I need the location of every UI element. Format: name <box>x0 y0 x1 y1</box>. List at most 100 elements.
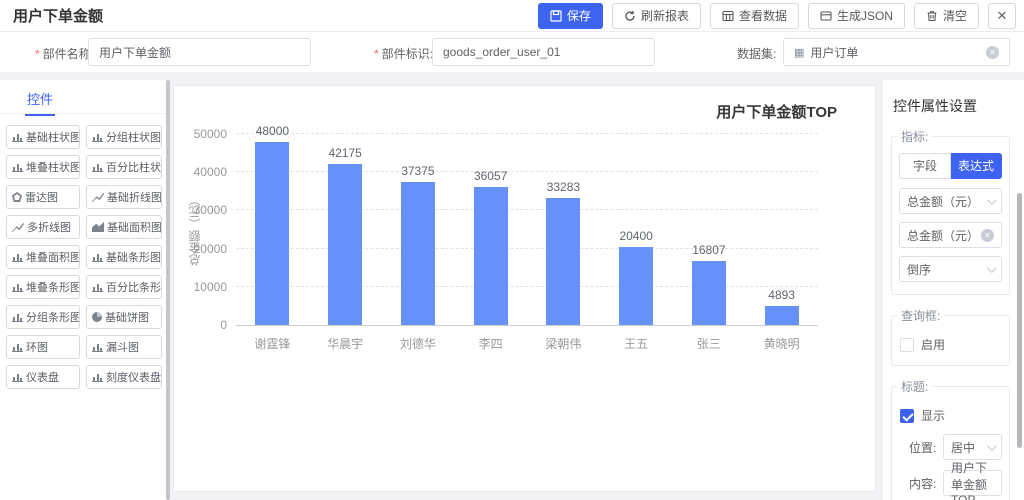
generate-json-button[interactable]: 生成JSON <box>807 2 905 29</box>
view-data-button[interactable]: 查看数据 <box>709 2 799 29</box>
sidebar-item-4[interactable]: 雷达图 <box>6 185 80 209</box>
clear-metric-icon[interactable]: ✕ <box>981 228 994 242</box>
title-section: 标题: 显示 位置: 居中 内容: 用户下单金额TOP <box>891 378 1010 500</box>
x-axis-label: 黄晓明 <box>763 337 800 351</box>
sidebar-item-0[interactable]: 基础柱状图 <box>6 125 80 149</box>
sidebar-item-15[interactable]: 漏斗图 <box>86 335 162 359</box>
bar-chart-icon <box>92 372 103 382</box>
widget-sidebar: 控件 基础柱状图 分组柱状图 堆叠柱状图 百分比柱状 雷达图 基础折线图多折线图 基础面积图… <box>0 80 170 500</box>
metric-select[interactable]: 总金额（元） <box>899 188 1002 214</box>
bar[interactable] <box>328 163 363 325</box>
sort-select[interactable]: 倒序 <box>899 256 1002 282</box>
bar-value-label: 33283 <box>546 179 581 194</box>
sidebar-item-label: 刻度仪表盘 <box>106 372 161 384</box>
bar-slot: 20400 王五 <box>600 134 673 351</box>
bar-value-label: 16807 <box>692 242 726 257</box>
query-enable-row: 启用 <box>900 336 1002 353</box>
top-bar: 用户下单金额 保存 刷新报表 查看数据 生成JSON 清空 ✕ <box>0 0 1024 32</box>
indicator-mode-tabs: 字段 表达式 <box>899 153 1002 179</box>
sidebar-tabs: 控件 <box>0 80 170 116</box>
bar-chart-icon <box>12 252 23 262</box>
indicator-label: 指标: <box>901 130 929 144</box>
sidebar-item-label: 仪表盘 <box>26 372 59 384</box>
query-enable-checkbox[interactable] <box>900 337 914 352</box>
title-position-row: 位置: 居中 <box>909 434 1002 460</box>
bar-chart-icon <box>92 162 103 172</box>
y-axis-tick: 20000 <box>193 241 227 256</box>
sidebar-item-label: 环图 <box>26 342 48 354</box>
tab-field[interactable]: 字段 <box>899 153 951 179</box>
bar[interactable] <box>546 197 581 325</box>
bar[interactable] <box>400 182 435 325</box>
widget-id-label: 部件标识: <box>374 45 433 62</box>
dataset-select[interactable]: ▦ 用户订单 ✕ <box>783 38 1010 66</box>
bar-chart-icon <box>12 282 23 292</box>
sidebar-item-10[interactable]: 堆叠条形图 <box>6 275 80 299</box>
clear-button[interactable]: 清空 <box>913 2 979 29</box>
bar-value-label: 4893 <box>768 288 795 303</box>
sidebar-item-2[interactable]: 堆叠柱状图 <box>6 155 80 179</box>
content-input[interactable]: 用户下单金额TOP <box>943 461 1002 500</box>
pie-chart-icon <box>92 312 102 322</box>
sidebar-item-11[interactable]: 百分比条形 <box>86 275 162 299</box>
sidebar-item-3[interactable]: 百分比柱状 <box>86 155 162 179</box>
refresh-report-button[interactable]: 刷新报表 <box>611 2 701 29</box>
y-axis-tick: 30000 <box>193 203 227 218</box>
bar-chart-icon <box>12 312 23 322</box>
plot-area: 0 10000 20000 30000 40000 50000 48000 谢霆锋 42175 华… <box>194 124 818 351</box>
metric-expression-input[interactable]: 总金额（元） ✕ <box>899 222 1002 248</box>
bar-value-label: 48000 <box>255 123 290 138</box>
save-button[interactable]: 保存 <box>537 2 603 29</box>
sidebar-item-label: 基础条形图 <box>106 252 161 264</box>
bar-chart-icon <box>12 132 23 142</box>
close-button[interactable]: ✕ <box>988 2 1016 29</box>
title-label: 标题: <box>901 380 929 394</box>
bar[interactable] <box>473 187 508 325</box>
bar-slot: 36057 李四 <box>454 134 527 351</box>
sidebar-scrollbar[interactable] <box>166 80 170 500</box>
sidebar-item-8[interactable]: 堆叠面积图 <box>6 245 80 269</box>
sidebar-item-17[interactable]: 刻度仪表盘 <box>86 365 162 389</box>
chart-title: 用户下单金额TOP <box>716 104 837 121</box>
sidebar-item-7[interactable]: 基础面积图 <box>86 215 162 239</box>
bar-chart-icon <box>12 162 23 172</box>
clear-dataset-icon[interactable]: ✕ <box>986 45 999 59</box>
sidebar-item-5[interactable]: 基础折线图 <box>86 185 162 209</box>
toolbar: 保存 刷新报表 查看数据 生成JSON 清空 ✕ <box>537 2 1024 29</box>
sidebar-item-13[interactable]: 基础饼图 <box>86 305 162 329</box>
bar-chart-icon <box>92 252 103 262</box>
sidebar-item-14[interactable]: 环图 <box>6 335 80 359</box>
widget-list: 基础柱状图 分组柱状图 堆叠柱状图 百分比柱状 雷达图 基础折线图多折线图 基础面积图 堆叠面… <box>0 114 170 389</box>
tab-expression[interactable]: 表达式 <box>951 153 1002 179</box>
table-icon <box>722 10 734 22</box>
position-label: 位置: <box>909 440 937 455</box>
sidebar-item-12[interactable]: 分组条形图 <box>6 305 80 329</box>
sidebar-item-6[interactable]: 多折线图 <box>6 215 80 239</box>
sidebar-item-9[interactable]: 基础条形图 <box>86 245 162 269</box>
bar[interactable] <box>255 141 290 325</box>
bar-chart-icon <box>92 282 103 292</box>
panel-scrollbar[interactable] <box>1017 193 1022 448</box>
bar[interactable] <box>764 306 799 325</box>
line-chart-icon <box>12 222 24 232</box>
bar[interactable] <box>691 260 726 325</box>
sidebar-item-16[interactable]: 仪表盘 <box>6 365 80 389</box>
content-label: 内容: <box>909 476 937 491</box>
widget-id-input[interactable]: goods_order_user_01 <box>432 38 655 66</box>
refresh-icon <box>624 10 636 22</box>
line-chart-icon <box>92 192 104 202</box>
tab-controls[interactable]: 控件 <box>25 80 56 116</box>
sidebar-item-label: 多折线图 <box>27 222 71 234</box>
sidebar-item-label: 堆叠条形图 <box>26 282 80 294</box>
widget-editor: 用户下单金额 保存 刷新报表 查看数据 生成JSON 清空 ✕ * 部件名称: … <box>0 0 1024 500</box>
widget-name-input[interactable]: 用户下单金额 <box>88 38 311 66</box>
sidebar-item-label: 基础饼图 <box>105 312 149 324</box>
bar-value-label: 42175 <box>328 145 362 160</box>
bar[interactable] <box>619 247 654 325</box>
position-select[interactable]: 居中 <box>943 434 1002 460</box>
bar-chart-icon <box>92 132 103 142</box>
sidebar-item-1[interactable]: 分组柱状图 <box>86 125 162 149</box>
title-show-checkbox[interactable] <box>900 408 914 423</box>
bar-value-label: 20400 <box>619 229 653 244</box>
title-content-row: 内容: 用户下单金额TOP <box>909 461 1002 500</box>
